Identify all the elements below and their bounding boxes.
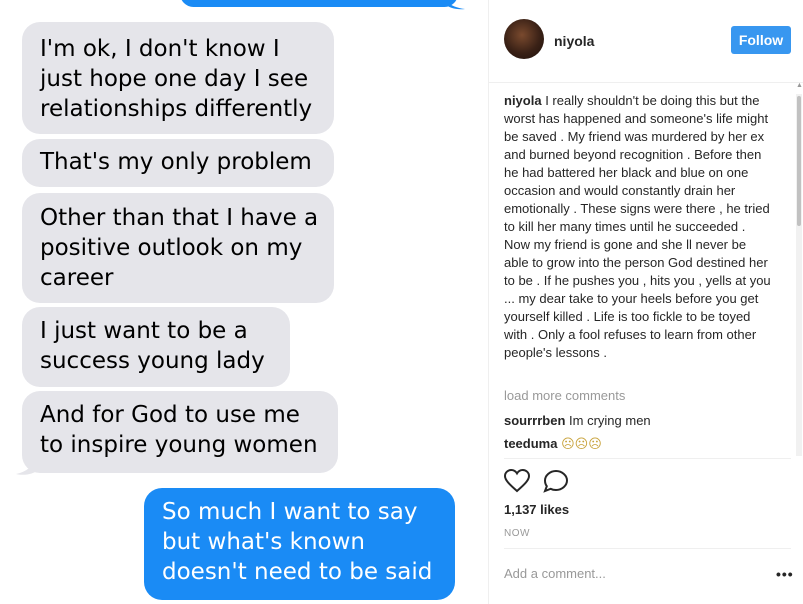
- comment-username[interactable]: teeduma: [504, 436, 557, 451]
- bubble-tail: [445, 0, 465, 10]
- scroll-up-icon[interactable]: ▲: [796, 82, 803, 92]
- more-options-icon[interactable]: •••: [776, 566, 794, 582]
- message-bubble-sent: So much I want to say but what's known d…: [144, 488, 455, 600]
- conversation-panel: I'm ok, I don't know I just hope one day…: [0, 0, 488, 604]
- follow-button[interactable]: Follow: [731, 26, 791, 54]
- message-bubble: I just want to be a success young lady: [22, 307, 290, 387]
- message-text: I just want to be a success young lady: [40, 318, 265, 374]
- instagram-post-panel: niyola Follow ▲ niyola I really shouldn'…: [488, 0, 803, 604]
- likes-count[interactable]: 1,137 likes: [504, 502, 569, 517]
- comment-text: ☹☹☹: [561, 436, 602, 451]
- comment-username[interactable]: sourrrben: [504, 413, 565, 428]
- comment-item: teeduma ☹☹☹: [504, 436, 602, 452]
- add-comment-input[interactable]: Add a comment...: [504, 566, 606, 581]
- heart-icon[interactable]: [504, 469, 530, 493]
- load-more-comments-link[interactable]: load more comments: [504, 388, 625, 403]
- bubble-tail: [16, 456, 38, 475]
- comment-divider: [504, 548, 791, 549]
- message-text: I'm ok, I don't know I just hope one day…: [40, 36, 313, 122]
- avatar[interactable]: [504, 19, 544, 59]
- message-bubble: I'm ok, I don't know I just hope one day…: [22, 22, 334, 134]
- comment-text: Im crying men: [569, 413, 651, 428]
- caption-username[interactable]: niyola: [504, 93, 542, 108]
- message-bubble: Other than that I have a positive outloo…: [22, 193, 334, 303]
- post-caption: niyola I really shouldn't be doing this …: [504, 92, 772, 362]
- username[interactable]: niyola: [554, 33, 594, 49]
- post-header: niyola Follow: [489, 0, 803, 83]
- actions-divider: [504, 458, 791, 459]
- caption-text: I really shouldn't be doing this but the…: [504, 93, 771, 360]
- message-text: Other than that I have a positive outloo…: [40, 205, 319, 291]
- message-bubble-partial: [180, 0, 458, 7]
- comment-icon[interactable]: [543, 469, 569, 493]
- message-text: So much I want to say but what's known d…: [162, 499, 433, 585]
- comment-item: sourrrben Im crying men: [504, 413, 651, 428]
- message-text: And for God to use me to inspire young w…: [40, 402, 318, 458]
- scrollbar-thumb[interactable]: [797, 96, 801, 226]
- message-bubble: That's my only problem: [22, 139, 334, 187]
- message-bubble: And for God to use me to inspire young w…: [22, 391, 338, 473]
- post-timestamp: NOW: [504, 528, 530, 539]
- message-text: That's my only problem: [40, 149, 312, 175]
